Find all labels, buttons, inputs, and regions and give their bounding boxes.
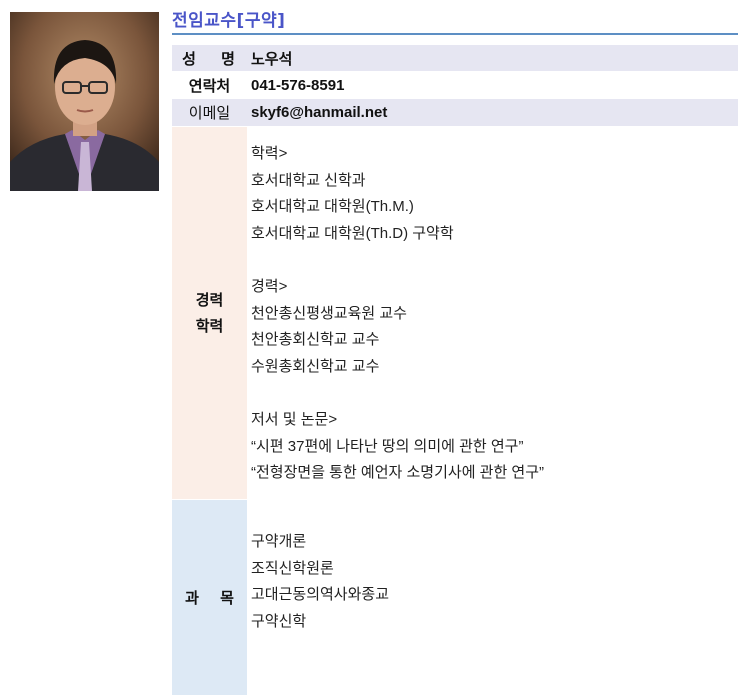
course-item: 구약신학 (251, 612, 307, 630)
courses-content: 구약개론 조직신학원론 고대근동의역사와종교 구약신학 (247, 500, 738, 695)
experience-item: 천안총신평생교육원 교수 (251, 304, 407, 322)
profile-photo (10, 12, 159, 191)
publication-item: “전형장면을 통한 예언자 소명기사에 관한 연구” (251, 464, 545, 482)
phone-row: 연락처 041-576-8591 (172, 72, 738, 98)
courses-label: 과 목 (172, 500, 247, 695)
name-value: 노우석 (247, 45, 738, 71)
education-label: 학력 (195, 317, 224, 335)
career-education-content: 학력> 호서대학교 신학과 호서대학교 대학원(Th.M.) 호서대학교 대학원… (247, 127, 738, 499)
education-header: 학력> (251, 145, 288, 162)
career-education-section: 경력 학력 학력> 호서대학교 신학과 호서대학교 대학원(Th.M.) 호서대… (172, 127, 738, 499)
courses-section: 과 목 구약개론 조직신학원론 고대근동의역사와종교 구약신학 (172, 500, 738, 695)
education-item: 호서대학교 신학과 (251, 171, 366, 189)
experience-header: 경력> (251, 277, 288, 295)
experience-item: 천안총회신학교 교수 (251, 331, 380, 349)
email-label: 이메일 (172, 99, 247, 126)
publications-header: 저서 및 논문> (251, 410, 338, 428)
career-label: 경력 (195, 291, 224, 309)
name-row: 성 명 노우석 (172, 45, 738, 71)
title-divider (172, 33, 738, 35)
career-education-label: 경력 학력 (172, 127, 247, 499)
course-item: 고대근동의역사와종교 (251, 586, 390, 604)
email-row: 이메일 skyf6@hanmail.net (172, 99, 738, 126)
education-item: 호서대학교 대학원(Th.D) 구약학 (251, 224, 454, 242)
phone-label: 연락처 (188, 76, 231, 95)
portrait-image (10, 12, 159, 191)
course-item: 구약개론 (251, 533, 307, 550)
page-title: 전임교수[구약] (172, 11, 286, 31)
phone-value: 041-576-8591 (251, 76, 345, 94)
publication-item: “시편 37편에 나타난 땅의 의미에 관한 연구” (251, 437, 524, 455)
experience-item: 수원총회신학교 교수 (251, 357, 380, 375)
name-label: 성 명 (172, 45, 247, 71)
education-item: 호서대학교 대학원(Th.M.) (251, 198, 414, 216)
course-item: 조직신학원론 (251, 559, 334, 577)
email-value[interactable]: skyf6@hanmail.net (247, 99, 738, 126)
